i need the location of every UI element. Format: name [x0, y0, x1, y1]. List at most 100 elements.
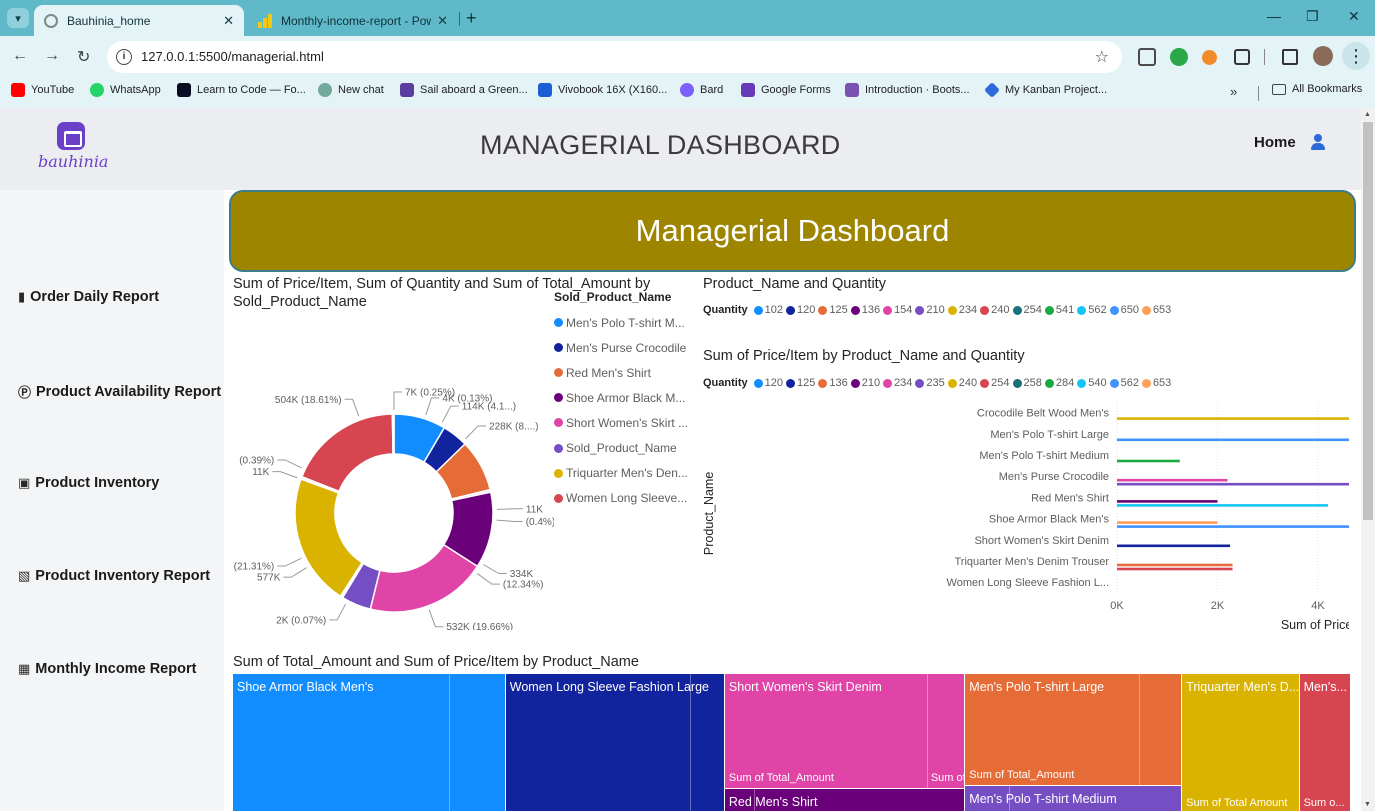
donut-legend-item[interactable]: Men's Polo T-shirt M...: [554, 310, 688, 335]
user-icon[interactable]: [1311, 134, 1325, 150]
legend-item[interactable]: 562: [1077, 304, 1107, 316]
bar[interactable]: [1117, 521, 1218, 524]
donut-legend-item[interactable]: Shoe Armor Black M...: [554, 385, 688, 410]
donut-legend-item[interactable]: Red Men's Shirt: [554, 360, 688, 385]
bar-chart[interactable]: 0K2K4K6K8KCrocodile Belt Wood Men'sMen's…: [699, 400, 1349, 650]
legend-item[interactable]: 258: [1012, 377, 1042, 389]
bookmark-youtube[interactable]: YouTube: [11, 83, 74, 97]
treemap-tile[interactable]: Men's Polo T-shirt Medium: [965, 786, 1182, 811]
sidebar-item-monthly-income-report[interactable]: ▦ Monthly Income Report: [18, 661, 196, 677]
legend-item[interactable]: 240: [947, 377, 977, 389]
logo-store-icon[interactable]: [57, 122, 85, 150]
bookmark-new-chat[interactable]: New chat: [318, 83, 384, 97]
reload-icon[interactable]: ↻: [77, 47, 90, 67]
tab-search-button[interactable]: ▾: [7, 8, 29, 28]
donut-legend-item[interactable]: Women Long Sleeve...: [554, 486, 688, 511]
bookmark-google-forms[interactable]: Google Forms: [741, 83, 831, 97]
legend-item[interactable]: 120: [753, 377, 783, 389]
extension-icon[interactable]: [1170, 48, 1188, 66]
legend-item[interactable]: 234: [883, 377, 912, 389]
donut-legend-item[interactable]: Sold_Product_Name: [554, 435, 688, 460]
bar[interactable]: [1117, 567, 1233, 571]
legend-item[interactable]: 210: [850, 377, 880, 389]
legend-item[interactable]: 234: [947, 304, 977, 316]
bookmark-freecodecamp[interactable]: Learn to Code — Fo...: [177, 83, 306, 97]
legend-item[interactable]: 562: [1109, 377, 1139, 389]
back-icon[interactable]: ←: [12, 47, 28, 65]
bar[interactable]: [1117, 544, 1231, 548]
close-icon[interactable]: ✕: [223, 13, 234, 29]
donut-legend-item[interactable]: Men's Purse Crocodile: [554, 335, 688, 360]
donut-slice[interactable]: [300, 413, 394, 493]
sidebar-item-order-daily-report[interactable]: ▮ Order Daily Report: [18, 289, 159, 305]
minimize-icon[interactable]: —: [1267, 8, 1281, 24]
legend-item[interactable]: 210: [915, 304, 945, 316]
bar[interactable]: [1117, 563, 1233, 567]
legend-item[interactable]: 653: [1141, 377, 1171, 389]
bookmark-star-icon[interactable]: ☆: [1095, 47, 1109, 67]
scroll-up-icon[interactable]: ▲: [1364, 111, 1371, 118]
legend-item[interactable]: 154: [883, 304, 912, 316]
bookmark-vivobook[interactable]: Vivobook 16X (X160...: [538, 83, 667, 97]
donut-legend-item[interactable]: Triquarter Men's Den...: [554, 461, 688, 486]
legend-item[interactable]: 254: [1012, 304, 1042, 316]
bookmark-bard[interactable]: Bard: [680, 83, 723, 97]
bar[interactable]: [1117, 500, 1218, 503]
legend-item[interactable]: 653: [1141, 304, 1171, 316]
legend-item[interactable]: 125: [785, 377, 815, 389]
bar[interactable]: [1117, 478, 1228, 482]
legend-item[interactable]: 254: [980, 377, 1010, 389]
treemap-tile[interactable]: Red Men's Shirt: [724, 788, 965, 811]
treemap-tile[interactable]: Women Long Sleeve Fashion Large: [505, 674, 724, 811]
legend-item[interactable]: 120: [785, 304, 815, 316]
close-icon[interactable]: ✕: [437, 13, 448, 29]
browser-menu-icon[interactable]: ⋮: [1342, 42, 1370, 70]
treemap-tile[interactable]: Men's... Sum o...: [1299, 674, 1350, 811]
legend-item[interactable]: 284: [1044, 377, 1074, 389]
profile-avatar[interactable]: [1313, 46, 1333, 66]
address-bar[interactable]: i 127.0.0.1:5500/managerial.html ☆: [107, 41, 1122, 73]
scroll-down-icon[interactable]: ▼: [1364, 801, 1371, 808]
legend-item[interactable]: 540: [1077, 377, 1107, 389]
tab-monthly-income-report[interactable]: Monthly-income-report - Powe ✕: [248, 5, 458, 36]
home-link[interactable]: Home: [1254, 134, 1296, 151]
sidebar-item-product-inventory-report[interactable]: ▧ Product Inventory Report: [18, 568, 210, 584]
bar[interactable]: [1117, 482, 1349, 486]
legend-item[interactable]: 240: [980, 304, 1010, 316]
treemap-tile[interactable]: Men's Polo T-shirt Large Sum of Total_Amo…: [965, 674, 1182, 785]
url-text[interactable]: 127.0.0.1:5500/managerial.html: [141, 49, 324, 64]
treemap-tile[interactable]: Triquarter Men's D... Sum of Total Amount: [1182, 674, 1299, 811]
window-close-icon[interactable]: ✕: [1348, 8, 1360, 25]
donut-slice[interactable]: [294, 478, 364, 598]
treemap[interactable]: Shoe Armor Black Men's Women Long Sleeve …: [233, 674, 1351, 811]
tab-bauhinia-home[interactable]: Bauhinia_home ✕: [34, 5, 244, 36]
legend-item[interactable]: 136: [850, 304, 880, 316]
bar[interactable]: [1117, 459, 1180, 463]
forward-icon[interactable]: →: [44, 47, 60, 65]
bookmark-whatsapp[interactable]: WhatsApp: [90, 83, 161, 97]
legend-item[interactable]: 136: [818, 377, 848, 389]
extensions-puzzle-icon[interactable]: [1234, 49, 1250, 65]
extension-icon[interactable]: [1202, 50, 1217, 65]
restore-icon[interactable]: ❐: [1306, 8, 1319, 25]
legend-item[interactable]: 541: [1044, 304, 1074, 316]
new-tab-button[interactable]: +: [466, 8, 477, 28]
bookmark-kanban[interactable]: My Kanban Project...: [984, 82, 1107, 98]
treemap-tile[interactable]: Shoe Armor Black Men's: [233, 674, 505, 811]
side-panel-icon[interactable]: [1282, 49, 1298, 65]
legend-item[interactable]: 650: [1109, 304, 1139, 316]
logo-text[interactable]: bauhinia: [38, 152, 108, 171]
extension-icon[interactable]: [1138, 48, 1156, 66]
bookmark-bootstrap[interactable]: Introduction · Boots...: [845, 83, 970, 97]
more-bookmarks-icon[interactable]: »: [1230, 84, 1237, 99]
donut-legend-item[interactable]: Short Women's Skirt ...: [554, 410, 688, 435]
donut-slice[interactable]: [391, 413, 395, 455]
bookmark-sail-aboard[interactable]: Sail aboard a Green...: [400, 83, 528, 97]
site-info-icon[interactable]: i: [116, 49, 132, 65]
legend-item[interactable]: 102: [753, 304, 783, 316]
all-bookmarks-button[interactable]: All Bookmarks: [1272, 83, 1362, 95]
treemap-tile[interactable]: Short Women's Skirt Denim Sum of Total_Am…: [724, 674, 965, 788]
bar[interactable]: [1117, 417, 1349, 420]
sidebar-item-product-availability-report[interactable]: Ⓟ Product Availability Report: [18, 382, 221, 401]
sidebar-item-product-inventory[interactable]: ▣ Product Inventory: [18, 475, 159, 491]
